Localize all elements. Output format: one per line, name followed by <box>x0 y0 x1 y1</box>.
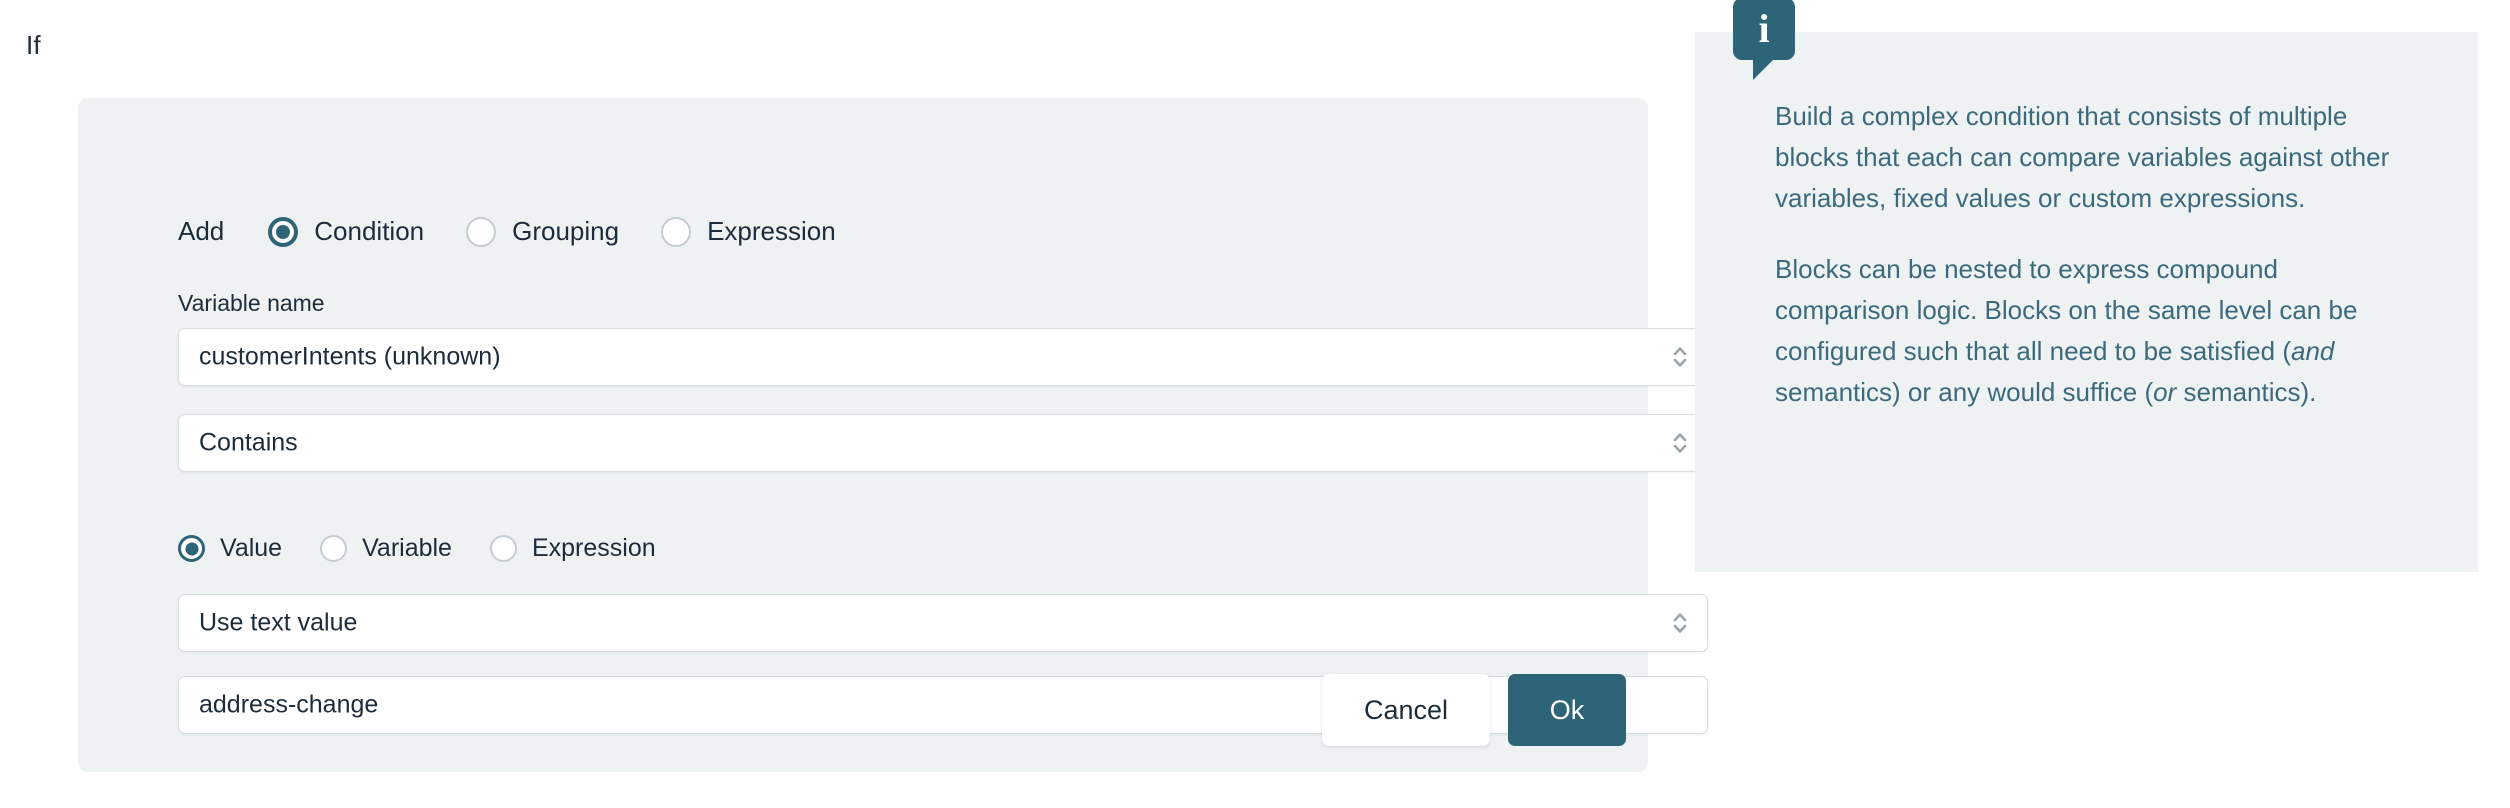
info-panel-body: Build a complex condition that consists … <box>1775 96 2415 443</box>
value-mode-value: Use text value <box>199 608 358 637</box>
radio-option-grouping[interactable]: Grouping <box>466 216 619 247</box>
radio-option-expression-value[interactable]: Expression <box>489 534 656 563</box>
comparison-type-radio-group: Value Variable Expression <box>178 534 694 563</box>
radio-option-condition[interactable]: Condition <box>268 216 424 247</box>
ok-button[interactable]: Ok <box>1508 674 1626 746</box>
add-type-radio-group: Add Condition Grouping Expression <box>178 216 878 247</box>
radio-variable-icon[interactable] <box>320 535 348 562</box>
value-mode-select[interactable]: Use text value <box>178 594 1708 652</box>
info-p2-emphasis-and: and <box>2291 336 2335 366</box>
radio-grouping-icon[interactable] <box>466 216 497 247</box>
info-p2-text-2: semantics) or any would suffice ( <box>1775 377 2154 407</box>
variable-name-select[interactable]: customerIntents (unknown) <box>178 328 1708 386</box>
radio-option-value[interactable]: Value <box>178 534 282 563</box>
radio-grouping-label: Grouping <box>512 216 620 246</box>
radio-expression-icon[interactable] <box>661 216 692 247</box>
radio-value-label: Value <box>220 534 283 562</box>
info-bubble-tail <box>1753 58 1775 80</box>
info-icon-glyph: i <box>1758 5 1770 51</box>
radio-expression-label: Expression <box>707 216 836 246</box>
radio-option-expression[interactable]: Expression <box>661 216 836 247</box>
radio-expression-value-icon[interactable] <box>489 535 517 562</box>
page-title: If <box>26 30 41 60</box>
radio-value-icon[interactable] <box>178 535 205 562</box>
info-p2-emphasis-or: or <box>2153 377 2177 407</box>
variable-name-label: Variable name <box>178 290 325 316</box>
radio-expression-value-label: Expression <box>531 534 656 562</box>
operator-value: Contains <box>199 428 298 457</box>
info-p2-text-3: semantics). <box>2176 377 2317 407</box>
add-label: Add <box>178 216 225 246</box>
condition-editor-panel: Add Condition Grouping Expression Variab… <box>78 98 1708 772</box>
radio-option-variable[interactable]: Variable <box>320 534 452 563</box>
radio-condition-label: Condition <box>314 216 425 246</box>
info-paragraph-2: Blocks can be nested to express compound… <box>1775 249 2415 413</box>
radio-condition-icon[interactable] <box>268 216 299 247</box>
radio-variable-label: Variable <box>362 534 452 562</box>
chevron-up-down-icon <box>1671 342 1689 372</box>
screen-root: If Add Condition Grouping Expression Var… <box>0 0 2510 808</box>
chevron-up-down-icon <box>1671 608 1689 638</box>
info-paragraph-1: Build a complex condition that consists … <box>1775 101 2390 213</box>
value-text-input-value: address-change <box>199 690 379 719</box>
variable-name-value: customerIntents (unknown) <box>199 342 501 371</box>
cancel-button[interactable]: Cancel <box>1322 674 1490 746</box>
dialog-actions: Cancel Ok <box>1322 674 1626 746</box>
info-p2-text-1: Blocks can be nested to express compound… <box>1775 254 2358 366</box>
chevron-up-down-icon <box>1671 428 1689 458</box>
operator-select[interactable]: Contains <box>178 414 1708 472</box>
info-bubble-icon: i <box>1733 0 1795 80</box>
